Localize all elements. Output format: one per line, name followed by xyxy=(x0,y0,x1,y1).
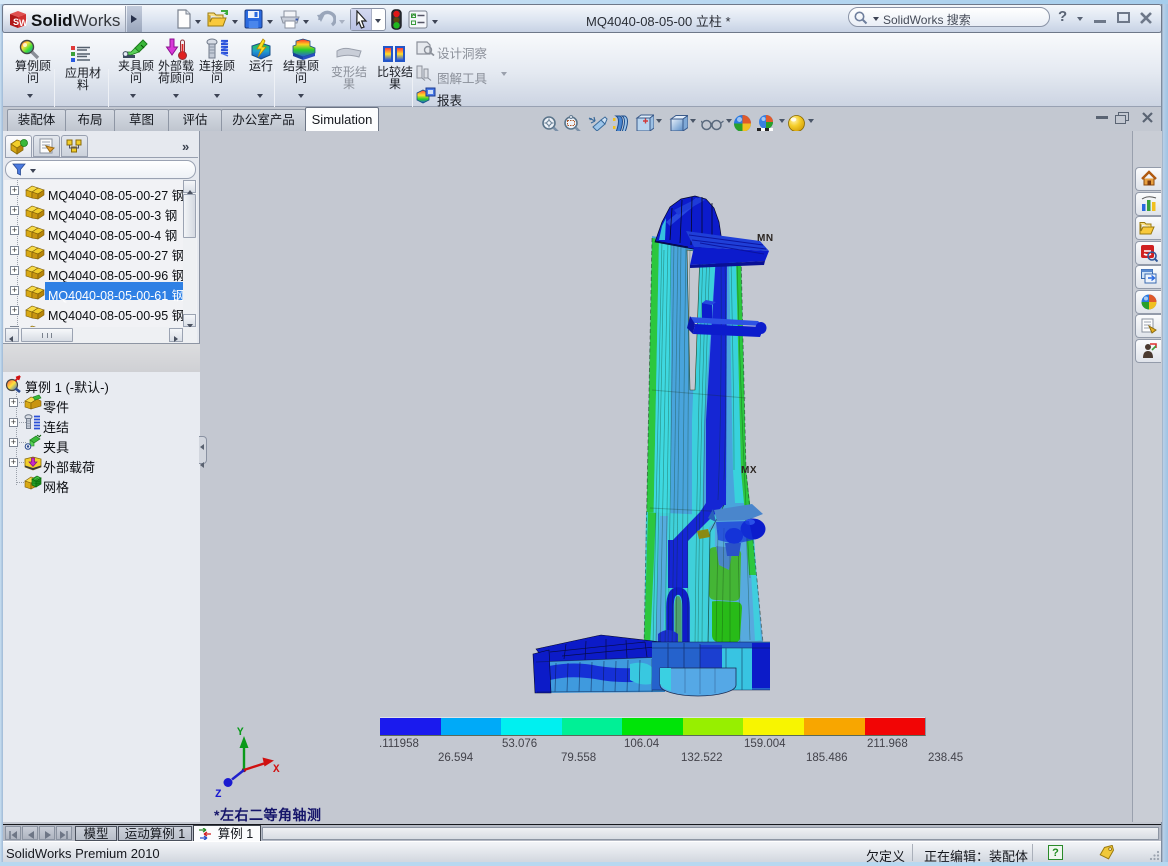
svg-text:Z: Z xyxy=(215,789,222,801)
svg-text:MN: MN xyxy=(757,233,774,244)
svg-text:Y: Y xyxy=(237,727,244,739)
svg-text:X: X xyxy=(273,764,280,776)
svg-text:MX: MX xyxy=(741,465,757,476)
